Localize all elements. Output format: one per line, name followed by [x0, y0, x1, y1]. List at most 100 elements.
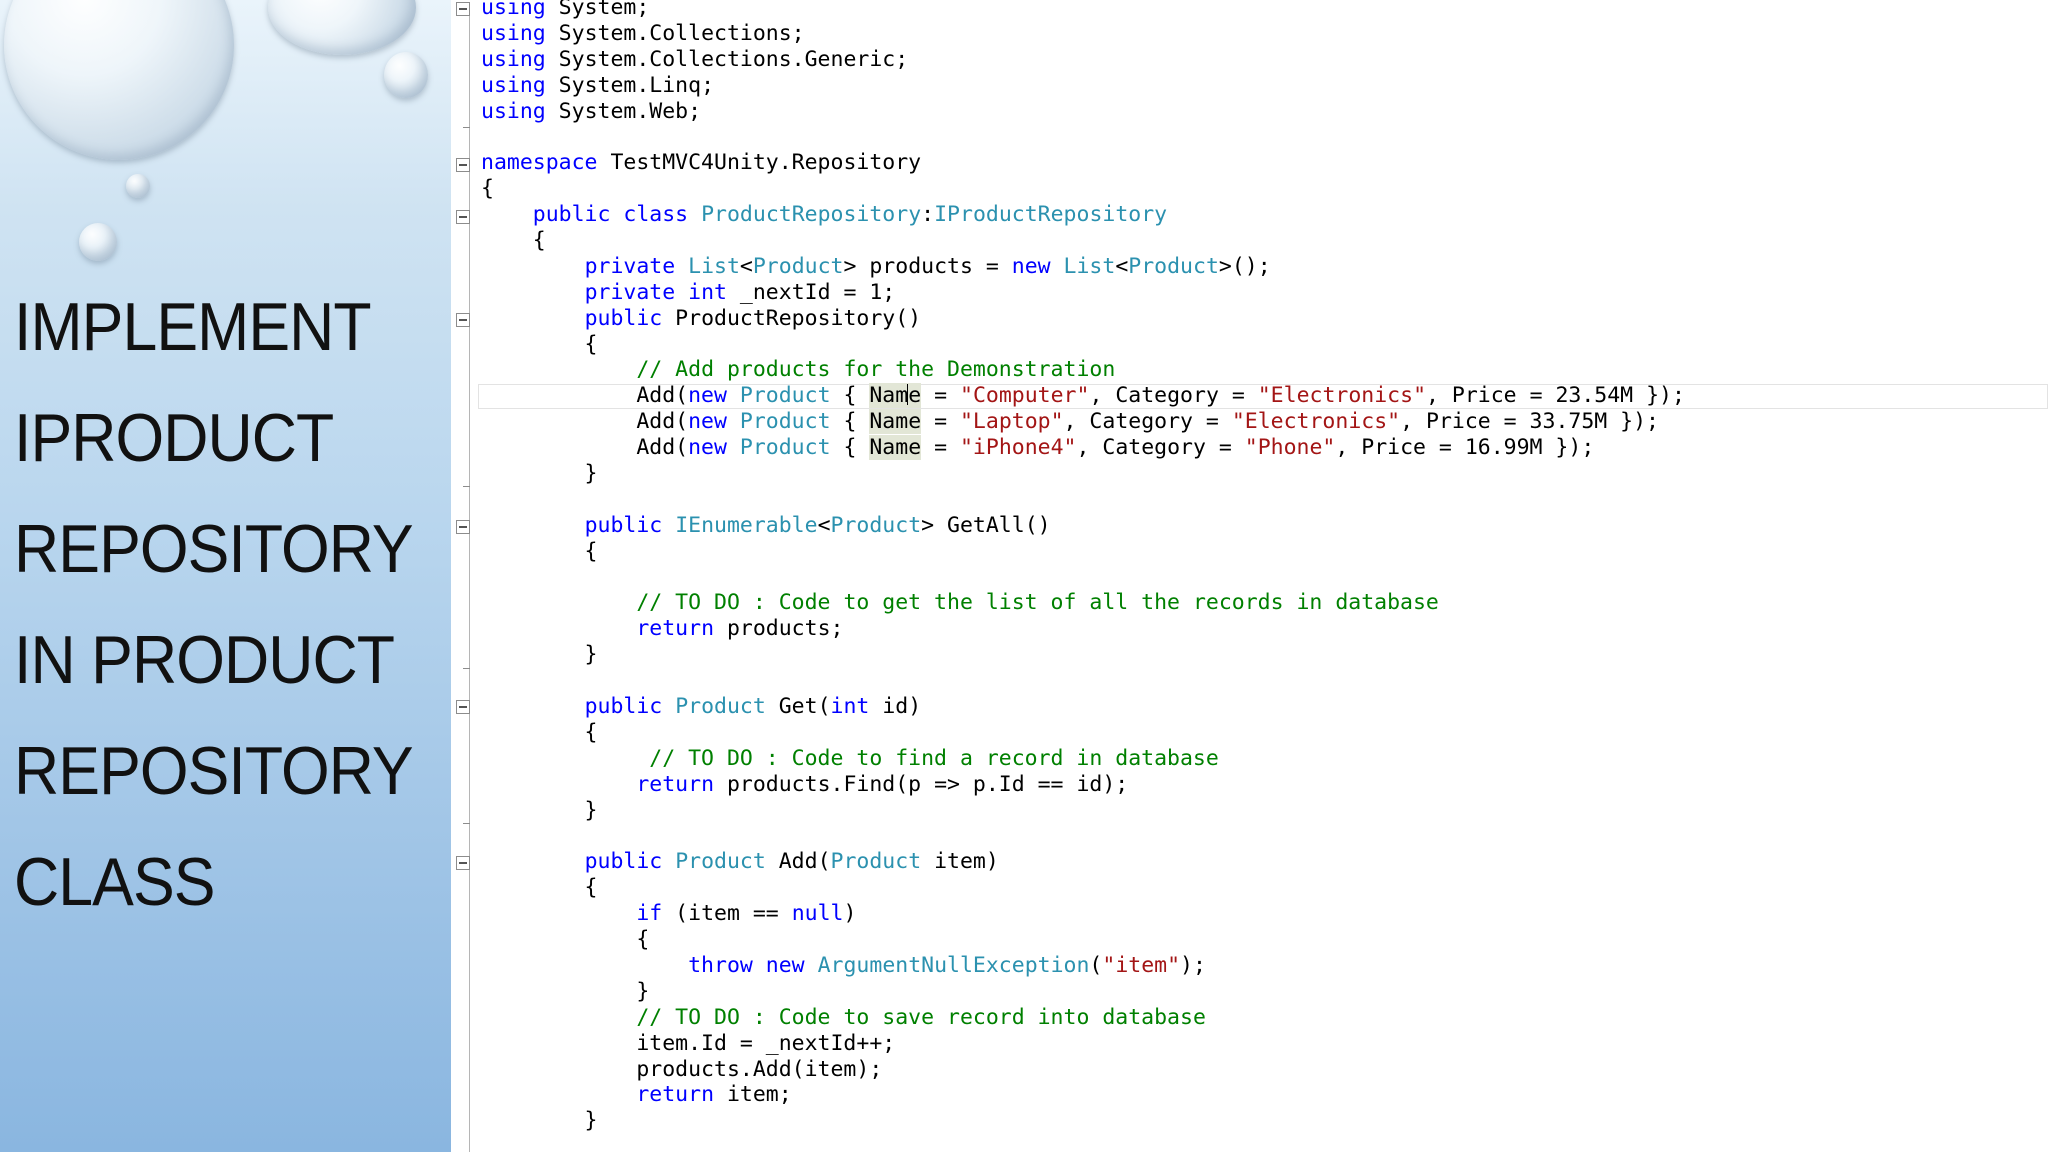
- code-token: public: [584, 849, 663, 875]
- code-token: using: [481, 98, 546, 124]
- code-token: Product: [830, 512, 922, 538]
- code-line: public Product Get(int id): [481, 694, 1685, 720]
- title-line: IPRODUCT: [14, 400, 334, 476]
- code-line: {: [481, 332, 1685, 358]
- code-token: =: [921, 409, 960, 435]
- code-token: // Add products for the Demonstration: [636, 357, 1116, 383]
- code-line: {: [481, 176, 1685, 202]
- code-token: List: [688, 253, 740, 279]
- water-drop-decoration: [79, 223, 117, 261]
- code-token: "Computer": [960, 383, 1090, 409]
- code-line: {: [481, 539, 1685, 565]
- title-line: IN PRODUCT: [14, 622, 395, 698]
- outline-end-marker: [463, 127, 470, 128]
- code-token: using: [481, 46, 546, 72]
- outline-end-marker: [463, 823, 470, 824]
- code-token: <: [817, 512, 831, 538]
- code-line: }: [481, 461, 1685, 487]
- code-token: <: [739, 253, 753, 279]
- code-token: namespace: [481, 150, 598, 176]
- code-token: e: [908, 383, 922, 409]
- code-token: }: [481, 797, 598, 823]
- collapse-toggle-icon[interactable]: [456, 520, 470, 534]
- code-token: {: [830, 409, 870, 435]
- code-token: Product: [830, 849, 922, 875]
- code-token: {: [481, 228, 546, 254]
- code-token: Get(: [765, 694, 831, 720]
- code-token: Name: [869, 435, 922, 461]
- title-line: CLASS: [14, 844, 215, 920]
- code-line: }: [481, 1108, 1685, 1134]
- collapse-toggle-icon[interactable]: [456, 2, 470, 16]
- code-line: return products;: [481, 616, 1685, 642]
- code-token: int: [830, 694, 870, 720]
- code-token: // TO DO : Code to get the list of all t…: [636, 590, 1439, 616]
- code-line: {: [481, 228, 1685, 254]
- code-token: List: [1063, 253, 1116, 279]
- code-token: public: [532, 202, 611, 228]
- collapse-toggle-icon[interactable]: [456, 313, 470, 327]
- code-line: public Product Add(Product item): [481, 849, 1685, 875]
- code-line: private List<Product> products = new Lis…: [481, 254, 1685, 280]
- code-token: Name: [869, 409, 922, 435]
- code-line: public ProductRepository(): [481, 306, 1685, 332]
- code-text[interactable]: using System; using System.Collections; us…: [481, 0, 1685, 1134]
- code-token: > products =: [843, 253, 1012, 279]
- code-token: System;: [545, 0, 650, 20]
- title-line: REPOSITORY: [14, 733, 414, 809]
- code-token: products.Find(p => p.Id == id);: [714, 771, 1129, 797]
- code-token: , Price = 33.75M });: [1400, 409, 1659, 435]
- collapse-toggle-icon[interactable]: [456, 700, 470, 714]
- code-token: throw: [688, 952, 753, 978]
- outline-gutter-line: [469, 8, 470, 1152]
- code-token: using: [481, 20, 546, 46]
- code-line: namespace TestMVC4Unity.Repository: [481, 150, 1685, 176]
- code-token: Product: [739, 435, 831, 461]
- code-token: {: [830, 435, 870, 461]
- code-token: Add(: [481, 435, 689, 461]
- code-token: }: [481, 978, 650, 1004]
- code-line: private int _nextId = 1;: [481, 280, 1685, 306]
- code-token: products;: [714, 616, 844, 642]
- collapse-toggle-icon[interactable]: [456, 158, 470, 172]
- collapse-toggle-icon[interactable]: [456, 210, 470, 224]
- code-token: Nam: [869, 383, 909, 409]
- code-line: using System.Collections.Generic;: [481, 47, 1685, 73]
- code-line: Add(new Product { Name = "Laptop", Categ…: [481, 409, 1685, 435]
- code-token: TestMVC4Unity.Repository: [597, 150, 922, 176]
- code-token: ArgumentNullException: [817, 952, 1090, 978]
- code-token: _nextId = 1;: [726, 279, 896, 305]
- collapse-toggle-icon[interactable]: [456, 856, 470, 870]
- code-token: , Category =: [1089, 383, 1258, 409]
- code-token: {: [481, 176, 494, 202]
- code-line: // TO DO : Code to get the list of all t…: [481, 590, 1685, 616]
- code-token: public: [584, 694, 663, 720]
- code-token: {: [481, 719, 598, 745]
- code-token: , Price = 16.99M });: [1335, 435, 1595, 461]
- code-token: System.Web;: [545, 98, 702, 124]
- code-line: {: [481, 927, 1685, 953]
- code-line: }: [481, 979, 1685, 1005]
- code-line: // TO DO : Code to find a record in data…: [481, 746, 1685, 772]
- code-token: >();: [1218, 253, 1271, 279]
- code-token: <: [1115, 253, 1129, 279]
- slide-title: IMPLEMENT IPRODUCT REPOSITORY IN PRODUCT…: [14, 272, 414, 938]
- code-line: return products.Find(p => p.Id == id);: [481, 772, 1685, 798]
- code-token: id): [869, 694, 922, 720]
- code-token: ): [843, 901, 857, 927]
- code-token: "Electronics": [1231, 409, 1401, 435]
